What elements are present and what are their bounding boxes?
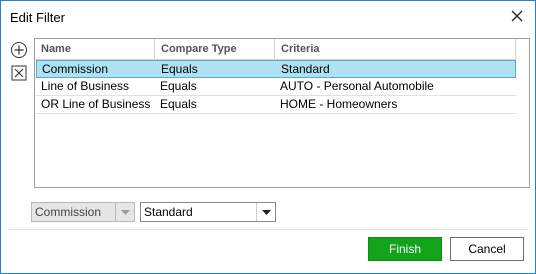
criteria-select-dropdown-button[interactable] <box>256 203 275 221</box>
cell-compare-type: Equals <box>160 97 197 111</box>
footer-divider <box>9 229 529 230</box>
dialog-title: Edit Filter <box>10 10 65 25</box>
column-header-criteria[interactable]: Criteria <box>275 39 516 59</box>
close-button[interactable] <box>505 5 529 27</box>
filter-conditions-grid[interactable]: Name Compare Type Criteria Commission Eq… <box>34 38 530 188</box>
criteria-select-value: Standard <box>144 205 193 219</box>
field-select[interactable]: Commission <box>31 202 135 222</box>
close-icon <box>511 10 523 22</box>
chevron-down-icon <box>120 209 130 215</box>
grid-header: Name Compare Type Criteria <box>35 39 516 60</box>
cell-name: OR Line of Business <box>41 97 151 111</box>
edit-filter-dialog: Edit Filter Name Compare Type Criteria C… <box>0 0 536 274</box>
chevron-down-icon <box>261 209 271 215</box>
table-row[interactable]: OR Line of Business Equals HOME - Homeow… <box>36 96 516 114</box>
title-bar: Edit Filter <box>1 1 535 32</box>
table-row[interactable]: Commission Equals Standard <box>36 60 516 78</box>
cell-criteria: Standard <box>281 62 330 76</box>
remove-condition-button[interactable] <box>10 64 28 82</box>
plus-circle-icon <box>11 42 27 58</box>
cell-name: Commission <box>42 62 109 76</box>
cancel-button[interactable]: Cancel <box>450 237 524 261</box>
cell-compare-type: Equals <box>161 62 198 76</box>
column-header-compare-type[interactable]: Compare Type <box>155 39 275 59</box>
cell-name: Line of Business <box>41 79 130 93</box>
finish-button[interactable]: Finish <box>368 237 442 261</box>
cell-criteria: AUTO - Personal Automobile <box>280 79 434 93</box>
column-header-name[interactable]: Name <box>35 39 155 59</box>
criteria-select[interactable]: Standard <box>140 202 276 222</box>
add-condition-button[interactable] <box>10 41 28 59</box>
cell-criteria: HOME - Homeowners <box>280 97 398 111</box>
field-select-dropdown-button[interactable] <box>115 203 134 221</box>
table-row[interactable]: Line of Business Equals AUTO - Personal … <box>36 78 516 96</box>
cell-compare-type: Equals <box>160 79 197 93</box>
field-select-value: Commission <box>35 205 102 219</box>
x-box-icon <box>11 65 27 81</box>
